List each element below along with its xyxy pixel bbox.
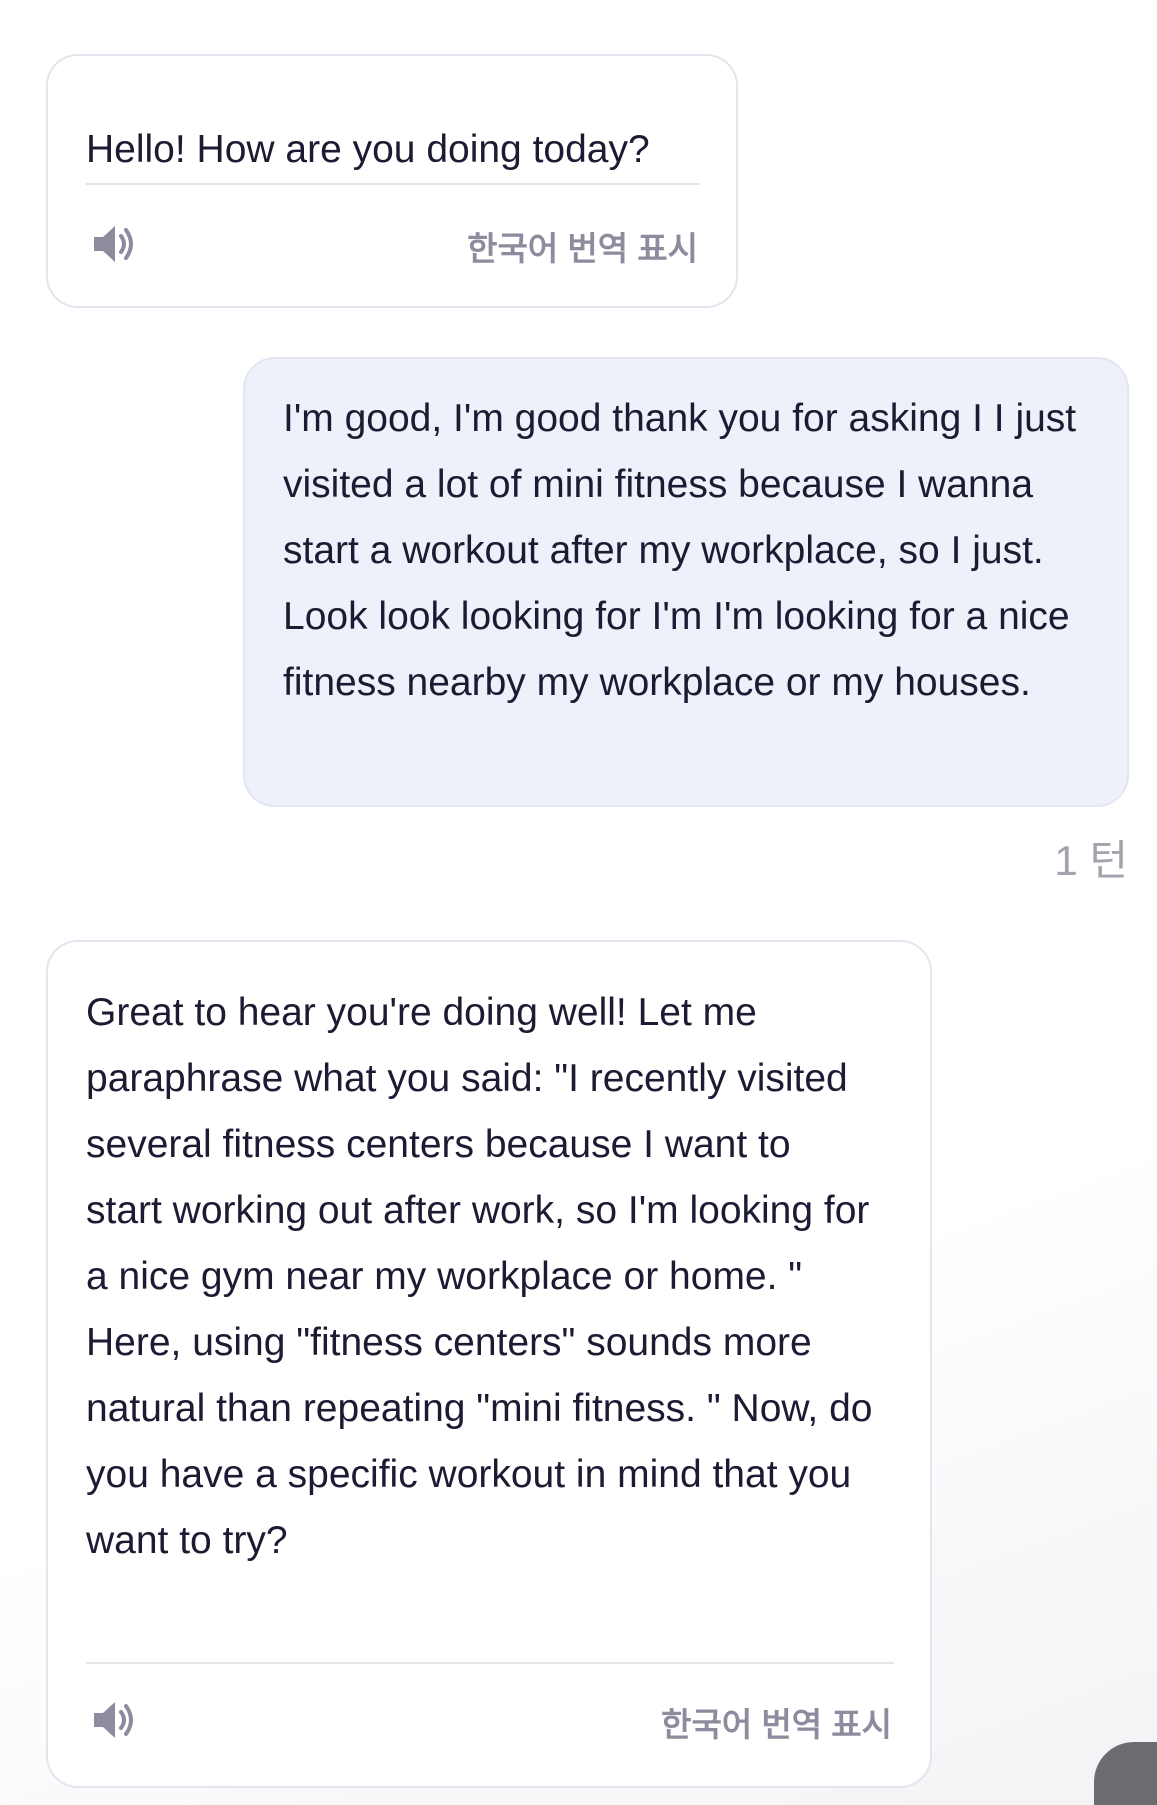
turn-counter: 1 턴 xyxy=(1054,837,1128,884)
message-divider xyxy=(86,1662,894,1664)
show-korean-translation-link[interactable]: 한국어 번역 표시 xyxy=(661,1698,892,1746)
speaker-icon[interactable] xyxy=(90,1696,138,1744)
message-text: Hello! How are you doing today? xyxy=(86,128,650,171)
user-message: I'm good, I'm good thank you for asking … xyxy=(243,357,1129,807)
floating-action-button[interactable] xyxy=(1094,1742,1157,1805)
message-divider xyxy=(86,183,700,185)
message-text: Great to hear you're doing well! Let me … xyxy=(86,991,873,1562)
assistant-message: Hello! How are you doing today? 한국어 번역 표… xyxy=(46,54,738,308)
speaker-icon[interactable] xyxy=(90,220,138,268)
message-text: I'm good, I'm good thank you for asking … xyxy=(283,397,1077,704)
assistant-message: Great to hear you're doing well! Let me … xyxy=(46,940,932,1788)
chat-page: Hello! How are you doing today? 한국어 번역 표… xyxy=(0,0,1157,1805)
show-korean-translation-link[interactable]: 한국어 번역 표시 xyxy=(467,222,698,270)
